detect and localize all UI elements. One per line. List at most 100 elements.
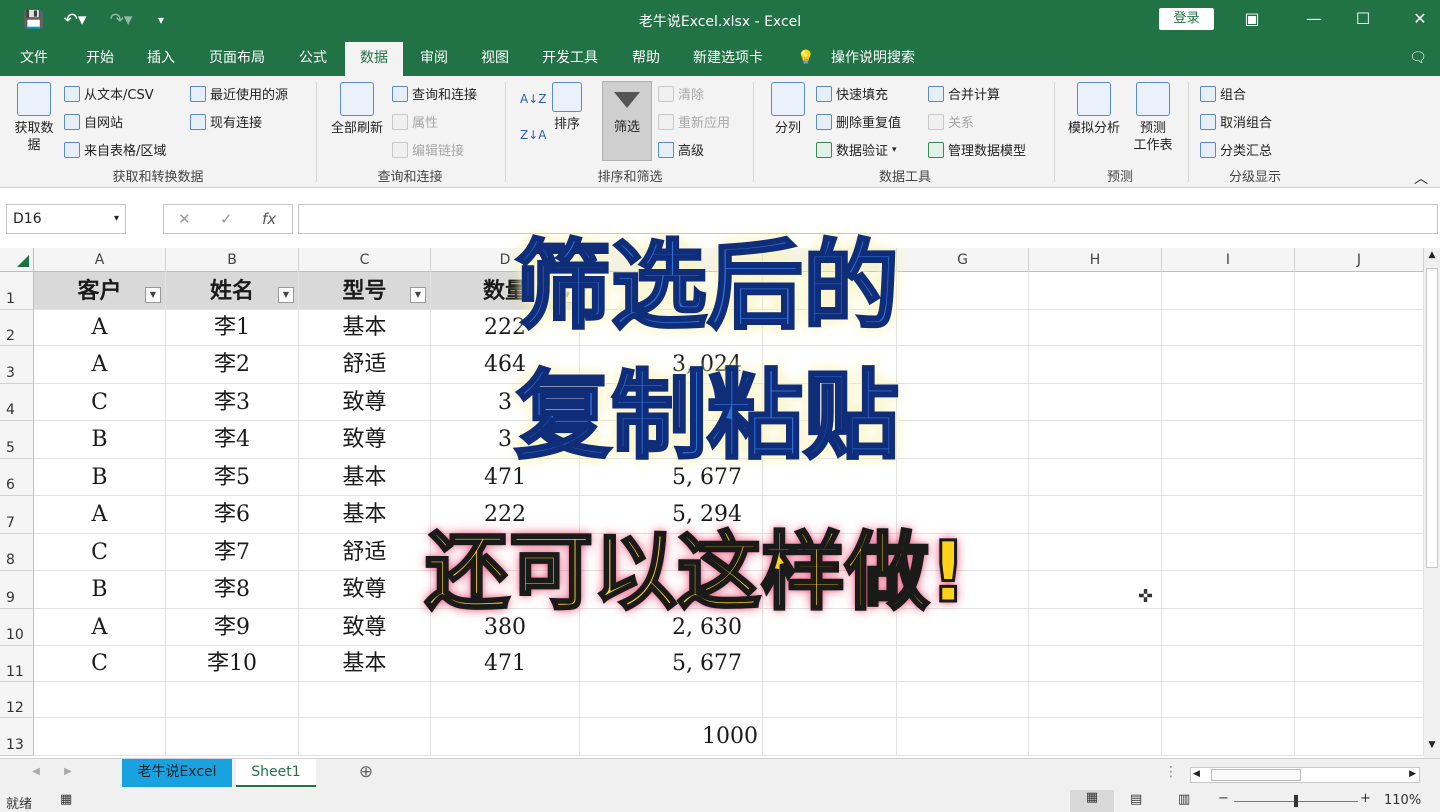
table-cell[interactable] [1029, 272, 1162, 310]
table-cell[interactable] [763, 682, 897, 718]
redo-icon[interactable]: ↷▾ [104, 0, 138, 40]
filter-button[interactable]: 筛选 [602, 81, 652, 161]
enter-icon[interactable]: ✓ [220, 205, 233, 233]
column-header-g[interactable]: G [897, 248, 1029, 272]
group-button[interactable]: 组合 [1200, 84, 1246, 103]
table-cell[interactable] [431, 718, 580, 756]
recent-sources-button[interactable]: 最近使用的源 [190, 84, 288, 103]
tab-developer[interactable]: 开发工具 [533, 40, 607, 76]
table-cell[interactable]: 1000 [580, 718, 763, 756]
customize-qat-icon[interactable]: ▾ [152, 0, 170, 40]
name-box[interactable]: D16 ▾ [6, 204, 126, 234]
column-header-a[interactable]: A [34, 248, 166, 272]
table-cell[interactable] [763, 718, 897, 756]
table-cell[interactable]: A [34, 346, 166, 384]
scroll-up-icon[interactable]: ▲ [1426, 250, 1438, 264]
table-cell[interactable]: 致尊 [299, 421, 431, 459]
table-header-cell[interactable]: 型号 ▼ [299, 272, 431, 310]
tab-view[interactable]: 视图 [471, 40, 519, 76]
table-cell[interactable] [431, 682, 580, 718]
table-cell[interactable]: 李10 [166, 646, 299, 682]
text-to-columns-button[interactable]: 分列 [766, 82, 810, 137]
table-cell[interactable] [1029, 609, 1162, 646]
table-cell[interactable] [1029, 346, 1162, 384]
comments-icon[interactable]: 🗨 [1404, 40, 1432, 76]
table-cell[interactable] [1295, 718, 1424, 756]
table-cell[interactable]: 471 [431, 646, 580, 682]
table-cell[interactable] [897, 459, 1029, 496]
page-break-view-icon[interactable]: ▥ [1178, 792, 1190, 807]
tab-page-layout[interactable]: 页面布局 [200, 40, 274, 76]
table-cell[interactable]: 李5 [166, 459, 299, 496]
table-cell[interactable]: C [34, 384, 166, 421]
maximize-icon[interactable]: ☐ [1343, 0, 1383, 40]
tab-help[interactable]: 帮助 [622, 40, 670, 76]
refresh-all-button[interactable]: 全部刷新 [326, 82, 388, 137]
tab-home[interactable]: 开始 [76, 40, 124, 76]
table-cell[interactable]: A [34, 496, 166, 534]
sort-button[interactable]: 排序 [546, 82, 588, 133]
reapply-button[interactable]: 重新应用 [658, 112, 730, 131]
table-cell[interactable]: 致尊 [299, 609, 431, 646]
h-scroll-thumb[interactable] [1211, 769, 1301, 781]
table-cell[interactable]: C [34, 534, 166, 571]
from-table-button[interactable]: 来自表格/区域 [64, 140, 166, 159]
vertical-scrollbar[interactable]: ▲ ▼ [1424, 248, 1440, 758]
table-cell[interactable] [1295, 346, 1424, 384]
table-cell[interactable] [897, 646, 1029, 682]
table-cell[interactable] [1295, 609, 1424, 646]
row-header-13[interactable]: 13 [0, 718, 34, 756]
zoom-in-icon[interactable]: + [1360, 791, 1371, 806]
table-cell[interactable]: 致尊 [299, 384, 431, 421]
table-cell[interactable]: 致尊 [299, 571, 431, 609]
table-cell[interactable]: 李2 [166, 346, 299, 384]
cancel-icon[interactable]: ✕ [178, 205, 191, 233]
table-cell[interactable] [1162, 646, 1295, 682]
table-cell[interactable]: 舒适 [299, 346, 431, 384]
table-cell[interactable] [1029, 459, 1162, 496]
row-header-2[interactable]: 2 [0, 310, 34, 346]
row-header-8[interactable]: 8 [0, 534, 34, 571]
table-cell[interactable] [166, 682, 299, 718]
collapse-ribbon-icon[interactable]: ︿ [1414, 168, 1428, 188]
login-button[interactable]: 登录 [1159, 8, 1214, 30]
table-cell[interactable] [1162, 609, 1295, 646]
row-header-7[interactable]: 7 [0, 496, 34, 534]
tab-review[interactable]: 审阅 [410, 40, 458, 76]
normal-view-icon[interactable]: ▦ [1070, 790, 1114, 812]
table-cell[interactable] [897, 421, 1029, 459]
table-cell[interactable] [1029, 384, 1162, 421]
next-sheet-icon[interactable]: ▶ [58, 759, 78, 787]
tab-file[interactable]: 文件 [10, 40, 58, 76]
scroll-thumb[interactable] [1426, 268, 1438, 568]
table-cell[interactable] [1029, 496, 1162, 534]
tab-new[interactable]: 新建选项卡 [686, 40, 770, 76]
table-cell[interactable] [1162, 718, 1295, 756]
consolidate-button[interactable]: 合并计算 [928, 84, 1000, 103]
properties-button[interactable]: 属性 [392, 112, 438, 131]
scroll-down-icon[interactable]: ▼ [1426, 740, 1438, 754]
data-validation-button[interactable]: 数据验证 ▾ [816, 140, 897, 159]
from-web-button[interactable]: 自网站 [64, 112, 123, 131]
sheet-tab-laoniu[interactable]: 老牛说Excel [122, 759, 232, 787]
row-header-5[interactable]: 5 [0, 421, 34, 459]
table-cell[interactable] [763, 646, 897, 682]
select-all-corner[interactable] [0, 248, 34, 272]
table-cell[interactable]: 基本 [299, 646, 431, 682]
table-cell[interactable] [299, 682, 431, 718]
table-cell[interactable] [1162, 534, 1295, 571]
table-cell[interactable] [1029, 718, 1162, 756]
advanced-button[interactable]: 高级 [658, 140, 704, 159]
table-cell[interactable] [1295, 384, 1424, 421]
table-cell[interactable]: 李9 [166, 609, 299, 646]
sort-asc-icon[interactable]: A↓Z [520, 92, 546, 106]
table-cell[interactable] [34, 718, 166, 756]
row-header-6[interactable]: 6 [0, 459, 34, 496]
flash-fill-button[interactable]: 快速填充 [816, 84, 888, 103]
table-cell[interactable] [1295, 534, 1424, 571]
table-cell[interactable]: 李7 [166, 534, 299, 571]
table-header-cell[interactable]: 姓名 ▼ [166, 272, 299, 310]
split-handle-icon[interactable]: ⋮ [1164, 759, 1178, 787]
what-if-button[interactable]: 模拟分析 [1062, 82, 1126, 137]
table-cell[interactable] [1295, 459, 1424, 496]
